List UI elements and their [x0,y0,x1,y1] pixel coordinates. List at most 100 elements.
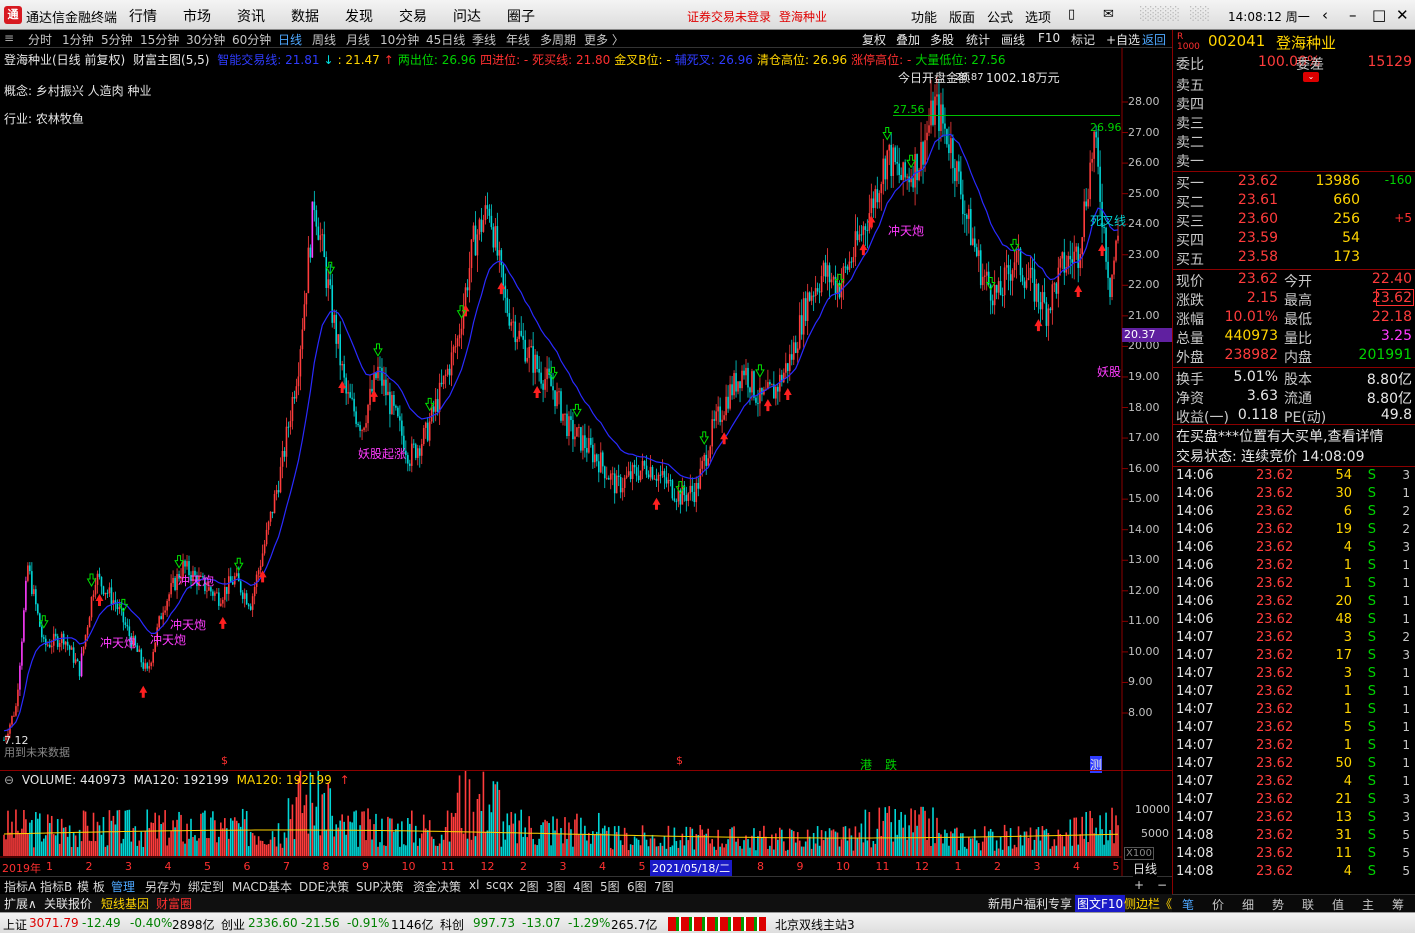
sell-level-row[interactable]: 卖一 [1176,151,1414,170]
period-10min[interactable]: 10分钟 [380,31,419,48]
buy-level-row[interactable]: 买四 23.59 54 [1176,230,1414,249]
tab-sup[interactable]: SUP决策 [356,878,404,895]
tab-scqx[interactable]: scqx [486,878,514,892]
minimize-icon[interactable]: – [1349,6,1357,24]
period-fenshi[interactable]: 分时 [28,31,52,48]
phone-icon[interactable]: ▯ [1068,7,1075,22]
buy-level-row[interactable]: 买二 23.61 660 [1176,192,1414,211]
tab-duanxian[interactable]: 短线基因 [101,895,149,912]
tab-4tu[interactable]: 4图 [573,878,593,895]
period-30min[interactable]: 30分钟 [186,31,225,48]
server-site[interactable]: 北京双线主站3 [775,916,855,933]
menu-jiaoyi[interactable]: 交易 [399,6,427,26]
menu-hangqing[interactable]: 行情 [129,6,157,26]
tab-3tu[interactable]: 3图 [546,878,566,895]
sell-level-row[interactable]: 卖二 [1176,132,1414,151]
tab-5tu[interactable]: 5图 [600,878,620,895]
volume-bar [146,809,149,856]
panel-tab[interactable]: 势 [1272,896,1284,913]
period-45day[interactable]: 45日线 [426,31,465,48]
period-year[interactable]: 年线 [506,31,530,48]
sell-level-row[interactable]: 卖五 [1176,75,1414,94]
back-icon[interactable]: ‹ [1322,6,1328,24]
menu-icon[interactable]: ≡ [4,31,14,45]
close-icon[interactable]: ✕ [1396,6,1409,24]
zoom-out-button[interactable]: − [1157,878,1167,892]
tab-moban[interactable]: 模 板 [77,878,105,895]
buy-level-row[interactable]: 买一 23.62 13986 -160 [1176,173,1414,192]
sell-level-row[interactable]: 卖三 [1176,113,1414,132]
notice-f10[interactable]: 图文F10 [1075,895,1126,912]
index-cy-name[interactable]: 创业 [221,916,245,933]
menu-shichang[interactable]: 市场 [183,6,211,26]
menu-gongshi[interactable]: 公式 [987,7,1013,26]
tool-fanhui[interactable]: 返回 [1142,31,1166,48]
menu-banmian[interactable]: 版面 [949,7,975,26]
kline-chart[interactable]: 登海种业(日线 前复权) 财富主图(5,5) 智能交易线: 21.81 ↓: 21… [0,48,1172,773]
tool-diejia[interactable]: 叠加 [896,31,920,48]
buy-level-row[interactable]: 买三 23.60 256 +5 [1176,211,1414,230]
sidebar-toggle[interactable]: 侧边栏《 [1124,895,1172,912]
tab-guanli[interactable]: 管理 [111,878,135,895]
buy-level-row[interactable]: 买五 23.58 173 [1176,249,1414,268]
tab-6tu[interactable]: 6图 [627,878,647,895]
menu-gongneng[interactable]: 功能 [911,7,937,26]
tab-guanlian[interactable]: 关联报价 [44,895,92,912]
indicator-select[interactable]: 财富主图(5,5) [133,53,209,67]
period-15min[interactable]: 15分钟 [140,31,179,48]
index-kc-name[interactable]: 科创 [440,916,464,933]
tool-zixuan[interactable]: +自选 [1106,31,1140,48]
period-monthly[interactable]: 月线 [346,31,370,48]
period-daily[interactable]: 日线 [278,31,302,48]
index-sh-name[interactable]: 上证 [3,916,27,933]
big-order-notice[interactable]: 在买盘***位置有大买单,查看详情 [1176,426,1414,446]
panel-tab[interactable]: 价 [1212,896,1224,913]
menu-shuju[interactable]: 数据 [291,6,319,26]
period-60min[interactable]: 60分钟 [232,31,271,48]
tab-kuozhan[interactable]: 扩展∧ [4,895,37,912]
menu-xuanxiang[interactable]: 选项 [1025,7,1051,26]
menu-zixun[interactable]: 资讯 [237,6,265,26]
period-quarter[interactable]: 季线 [472,31,496,48]
tool-biaoji[interactable]: 标记 [1071,31,1095,48]
tab-bangdingdao[interactable]: 绑定到 [188,878,224,895]
tool-huaxian[interactable]: 画线 [1001,31,1025,48]
period-1min[interactable]: 1分钟 [62,31,94,48]
sell-level-row[interactable]: 卖四 [1176,94,1414,113]
tab-xl[interactable]: xl [469,878,479,892]
settings-icon[interactable]: ⊖ [4,773,14,787]
panel-tab[interactable]: 笔 [1182,896,1194,913]
period-5min[interactable]: 5分钟 [101,31,133,48]
tool-duogu[interactable]: 多股 [930,31,954,48]
panel-tab[interactable]: 值 [1332,896,1344,913]
maximize-icon[interactable]: □ [1372,6,1386,24]
notice-text[interactable]: 新用户福利专享 [988,895,1072,912]
tab-2tu[interactable]: 2图 [519,878,539,895]
menu-faxian[interactable]: 发现 [345,6,373,26]
tab-lingcunwei[interactable]: 另存为 [145,878,181,895]
period-indicator[interactable]: 日线 [1133,860,1158,877]
zoom-in-button[interactable]: + [1134,878,1144,892]
panel-tab[interactable]: 筹 [1392,896,1404,913]
panel-tab[interactable]: 联 [1302,896,1314,913]
mail-icon[interactable]: ✉ [1103,7,1114,22]
tool-tongji[interactable]: 统计 [966,31,990,48]
tab-zijin[interactable]: 资金决策 [413,878,461,895]
menu-wenda[interactable]: 问达 [453,6,481,26]
login-warning[interactable]: 证券交易未登录 [687,8,771,25]
panel-tab[interactable]: 细 [1242,896,1254,913]
tab-zhibiao-a[interactable]: 指标A [4,878,36,895]
period-weekly[interactable]: 周线 [312,31,336,48]
period-multi[interactable]: 多周期 [540,31,576,48]
period-more[interactable]: 更多 〉 [584,31,624,48]
volume-chart[interactable]: ⊖ VOLUME: 440973 MA120: 192199 MA120: 19… [0,760,1172,876]
tab-7tu[interactable]: 7图 [654,878,674,895]
tab-dde[interactable]: DDE决策 [299,878,349,895]
tab-macd[interactable]: MACD基本 [232,878,292,895]
panel-tab[interactable]: 主 [1362,896,1374,913]
tab-caifuquan[interactable]: 财富圈 [156,895,192,912]
tool-f10[interactable]: F10 [1038,31,1060,45]
menu-quanzi[interactable]: 圈子 [507,6,535,26]
tab-zhibiao-b[interactable]: 指标B [40,878,72,895]
tool-fuquan[interactable]: 复权 [862,31,886,48]
